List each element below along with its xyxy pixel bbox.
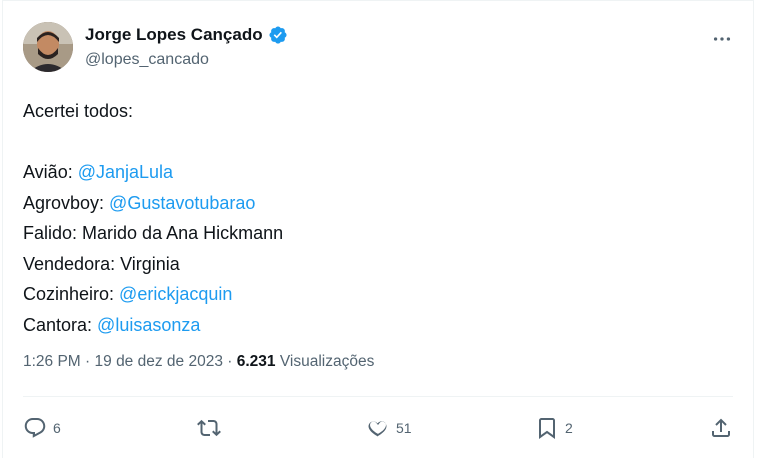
display-name[interactable]: Jorge Lopes Cançado bbox=[85, 25, 263, 45]
share-button[interactable] bbox=[709, 410, 733, 446]
meta-separator: · bbox=[80, 353, 95, 370]
mention-link[interactable]: @erickjacquin bbox=[119, 284, 232, 304]
tweet-line: Agrovboy: @Gustavotubarao bbox=[23, 188, 283, 219]
tweet-meta: 1:26 PM · 19 de dez de 2023 · 6.231 Visu… bbox=[23, 353, 374, 371]
tweet-text: Acertei todos: Avião: @JanjaLula Agrovbo… bbox=[23, 96, 283, 340]
tweet-date[interactable]: 19 de dez de 2023 bbox=[95, 353, 223, 370]
share-icon bbox=[712, 418, 730, 437]
reply-count: 6 bbox=[53, 420, 61, 436]
line-label: Avião: bbox=[23, 162, 78, 182]
reply-bubble-icon bbox=[24, 418, 46, 438]
bookmark-icon bbox=[539, 418, 555, 439]
line-value: Marido da Ana Hickmann bbox=[82, 223, 284, 243]
line-label: Cantora: bbox=[23, 314, 98, 335]
tweet-line: Cantora: @luisasonza bbox=[23, 310, 283, 341]
handle[interactable]: @lopes_cancado bbox=[85, 51, 288, 69]
line-label: Agrovboy: bbox=[23, 192, 110, 213]
retweet-button[interactable] bbox=[197, 410, 227, 446]
tweet-card: Jorge Lopes Cançado @lopes_cancado Acert… bbox=[2, 0, 754, 458]
reply-button[interactable]: 6 bbox=[23, 410, 61, 446]
like-count: 51 bbox=[396, 420, 412, 436]
retweet-icon bbox=[197, 419, 221, 437]
more-dots-icon[interactable] bbox=[711, 28, 733, 50]
tweet-time[interactable]: 1:26 PM bbox=[23, 353, 81, 370]
views-label: Visualizações bbox=[275, 353, 375, 370]
tweet-line: Cozinheiro: @erickjacquin bbox=[23, 279, 283, 310]
mention-link[interactable]: @luisasonza bbox=[97, 315, 200, 335]
bookmark-count: 2 bbox=[565, 420, 573, 436]
heart-icon bbox=[368, 421, 387, 437]
mention-link[interactable]: @JanjaLula bbox=[78, 162, 173, 182]
mention-link[interactable]: @Gustavotubarao bbox=[109, 193, 255, 213]
line-label: Falido: bbox=[23, 223, 83, 243]
avatar[interactable] bbox=[23, 22, 73, 72]
top-border bbox=[3, 0, 753, 1]
display-name-row: Jorge Lopes Cançado bbox=[85, 24, 288, 46]
tweet-intro: Acertei todos: bbox=[23, 101, 134, 121]
line-label: Cozinheiro: bbox=[23, 284, 120, 304]
tweet-header: Jorge Lopes Cançado @lopes_cancado bbox=[23, 22, 733, 76]
author-names: Jorge Lopes Cançado @lopes_cancado bbox=[85, 24, 288, 69]
bookmark-button[interactable]: 2 bbox=[535, 410, 573, 446]
verified-badge-icon[interactable] bbox=[268, 25, 288, 45]
tweet-line: Vendedora: Virginia bbox=[23, 249, 283, 280]
line-label: Vendedora: bbox=[23, 253, 121, 274]
views-count: 6.231 bbox=[236, 353, 276, 370]
like-button[interactable]: 51 bbox=[366, 410, 412, 446]
line-value: Virginia bbox=[120, 253, 180, 274]
meta-separator: · bbox=[222, 353, 237, 370]
action-bar: 6 51 2 bbox=[23, 410, 733, 446]
divider bbox=[23, 396, 733, 397]
tweet-line: Falido: Marido da Ana Hickmann bbox=[23, 218, 283, 249]
tweet-line: Avião: @JanjaLula bbox=[23, 157, 283, 188]
